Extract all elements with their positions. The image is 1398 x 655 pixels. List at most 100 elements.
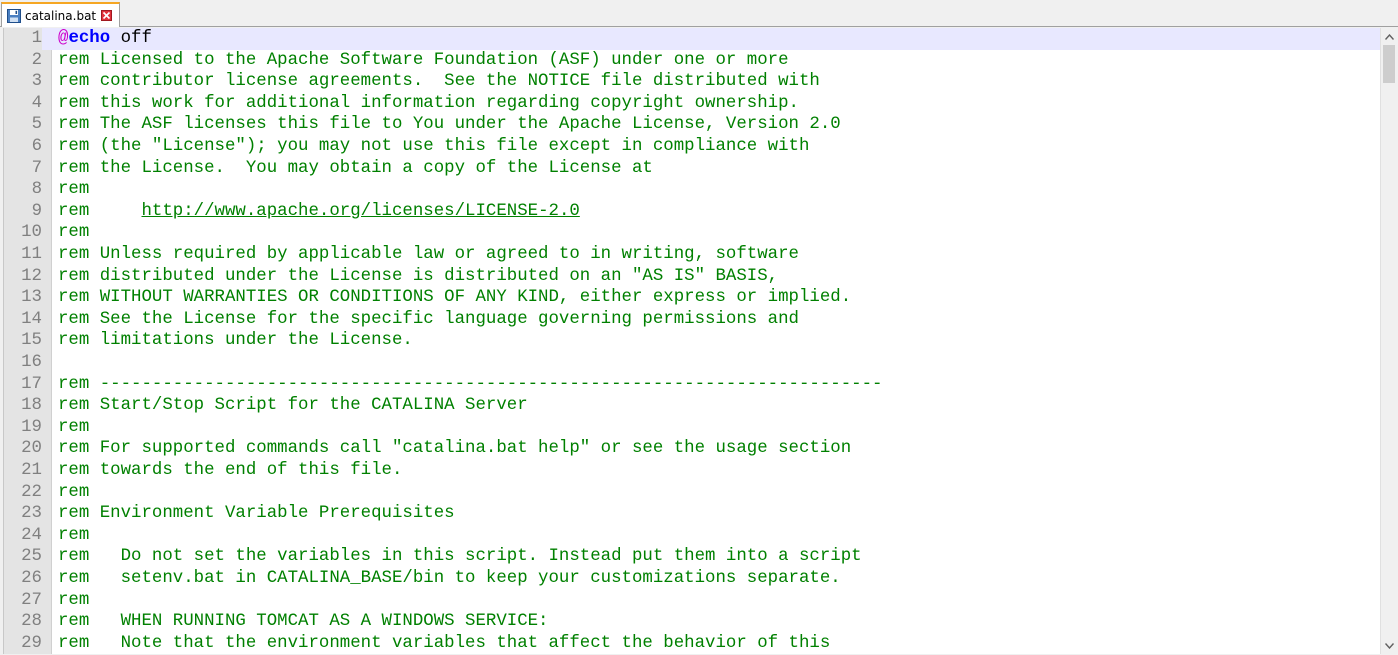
code-token: rem WHEN RUNNING TOMCAT AS A WINDOWS SER… bbox=[58, 612, 549, 632]
code-line[interactable]: 15 rem limitations under the License. bbox=[4, 330, 1380, 352]
code-line[interactable]: 3 rem contributor license agreements. See… bbox=[4, 71, 1380, 93]
code-line[interactable]: 21 rem towards the end of this file. bbox=[4, 460, 1380, 482]
tab-catalina-bat[interactable]: catalina.bat bbox=[1, 2, 120, 27]
line-text: rem Note that the environment variables … bbox=[58, 633, 830, 654]
line-text: rem bbox=[58, 179, 89, 201]
code-line[interactable]: 26 rem setenv.bat in CATALINA_BASE/bin to… bbox=[4, 568, 1380, 590]
tab-label: catalina.bat bbox=[25, 8, 97, 23]
code-token: rem bbox=[58, 223, 90, 243]
code-token: rem The ASF licenses this file to You un… bbox=[58, 115, 841, 135]
url-link[interactable]: http://www.apache.org/licenses/LICENSE-2… bbox=[142, 202, 580, 221]
code-token: off bbox=[110, 29, 152, 48]
code-line[interactable]: 10 rem bbox=[4, 222, 1380, 244]
line-number: 13 bbox=[4, 287, 42, 309]
line-text: rem For supported commands call "catalin… bbox=[58, 438, 851, 460]
line-text: rem bbox=[58, 525, 89, 547]
code-token: rem Start/Stop Script for the CATALINA S… bbox=[58, 396, 528, 416]
line-number: 25 bbox=[4, 546, 42, 568]
code-token: rem Note that the environment variables … bbox=[58, 633, 831, 653]
code-line[interactable]: 29 rem Note that the environment variable… bbox=[4, 632, 1380, 654]
code-line[interactable]: 9 rem http://www.apache.org/licenses/LICE… bbox=[4, 200, 1380, 223]
line-number: 4 bbox=[4, 92, 42, 115]
line-number: 15 bbox=[4, 330, 42, 352]
code-token: rem contributor license agreements. See … bbox=[58, 72, 820, 92]
code-line[interactable]: 12 rem distributed under the License is d… bbox=[4, 265, 1380, 288]
code-line[interactable]: 27 rem bbox=[4, 589, 1380, 612]
line-number: 17 bbox=[4, 373, 42, 396]
line-text: rem limitations under the License. bbox=[58, 330, 413, 352]
line-number: 29 bbox=[4, 632, 42, 654]
code-token: rem this work for additional information… bbox=[58, 93, 799, 113]
chevron-up-icon[interactable] bbox=[1381, 28, 1397, 45]
code-token: rem bbox=[58, 590, 90, 610]
code-line[interactable]: 2 rem Licensed to the Apache Software Fou… bbox=[4, 49, 1380, 72]
code-line[interactable]: 19 rem bbox=[4, 416, 1380, 439]
line-text: rem bbox=[58, 590, 89, 612]
line-number: 5 bbox=[4, 114, 42, 136]
line-number: 10 bbox=[4, 222, 42, 244]
code-token: rem bbox=[58, 482, 90, 502]
line-number: 2 bbox=[4, 49, 42, 72]
code-token: rem bbox=[58, 201, 142, 221]
keyword-token: echo bbox=[68, 29, 111, 48]
line-text: rem bbox=[58, 417, 89, 439]
line-text: rem towards the end of this file. bbox=[58, 460, 402, 482]
line-number: 9 bbox=[4, 200, 42, 223]
code-line[interactable]: 6 rem (the "License"); you may not use th… bbox=[4, 136, 1380, 158]
line-text: rem bbox=[58, 482, 89, 504]
code-line[interactable]: 18 rem Start/Stop Script for the CATALINA… bbox=[4, 395, 1380, 417]
code-token: rem bbox=[58, 180, 90, 200]
code-area[interactable]: 1 @echo off 2 rem Licensed to the Apache So… bbox=[4, 28, 1380, 654]
scrollbar-thumb[interactable] bbox=[1383, 45, 1395, 83]
code-token: rem (the "License"); you may not use thi… bbox=[58, 137, 810, 156]
code-token: rem bbox=[58, 417, 90, 437]
line-number: 23 bbox=[4, 503, 42, 525]
code-line[interactable]: 5 rem The ASF licenses this file to You u… bbox=[4, 114, 1380, 136]
line-text: rem The ASF licenses this file to You un… bbox=[58, 114, 841, 136]
code-line[interactable]: 25 rem Do not set the variables in this s… bbox=[4, 546, 1380, 568]
line-text: rem Environment Variable Prerequisites bbox=[58, 503, 455, 525]
code-token: rem Do not set the variables in this scr… bbox=[58, 547, 862, 567]
code-token: @ bbox=[58, 29, 69, 48]
line-number: 26 bbox=[4, 568, 42, 590]
code-line[interactable]: 20 rem For supported commands call "catal… bbox=[4, 438, 1380, 460]
line-number: 1 bbox=[4, 28, 42, 50]
tab-bar: catalina.bat bbox=[0, 0, 1398, 27]
code-line[interactable]: 13 rem WITHOUT WARRANTIES OR CONDITIONS O… bbox=[4, 287, 1380, 309]
code-line[interactable]: 28 rem WHEN RUNNING TOMCAT AS A WINDOWS S… bbox=[4, 611, 1380, 633]
code-token: rem Licensed to the Apache Software Foun… bbox=[58, 50, 789, 70]
line-text: rem WHEN RUNNING TOMCAT AS A WINDOWS SER… bbox=[58, 611, 549, 633]
code-line[interactable]: 23 rem Environment Variable Prerequisites bbox=[4, 503, 1380, 525]
line-number: 16 bbox=[4, 352, 42, 374]
line-text: @echo off bbox=[58, 28, 152, 50]
line-number: 22 bbox=[4, 481, 42, 504]
code-line[interactable]: 7 rem the License. You may obtain a copy … bbox=[4, 157, 1380, 180]
code-line[interactable]: 24 rem bbox=[4, 524, 1380, 547]
save-disk-icon bbox=[7, 8, 21, 23]
code-editor[interactable]: 1 @echo off 2 rem Licensed to the Apache So… bbox=[3, 28, 1397, 654]
line-number: 28 bbox=[4, 611, 42, 633]
close-icon[interactable] bbox=[101, 10, 113, 21]
line-number: 7 bbox=[4, 157, 42, 180]
code-token: rem For supported commands call "catalin… bbox=[58, 439, 852, 459]
line-number: 27 bbox=[4, 589, 42, 612]
line-text: rem Unless required by applicable law or… bbox=[58, 244, 799, 266]
code-token: rem Environment Variable Prerequisites bbox=[58, 504, 455, 524]
code-line[interactable]: 16 bbox=[4, 352, 1380, 374]
code-line[interactable]: 1 @echo off bbox=[4, 28, 1380, 50]
code-line[interactable]: 11 rem Unless required by applicable law … bbox=[4, 244, 1380, 266]
code-line[interactable]: 4 rem this work for additional informatio… bbox=[4, 92, 1380, 115]
code-line[interactable]: 8 rem bbox=[4, 179, 1380, 201]
line-text: rem ------------------------------------… bbox=[58, 374, 882, 396]
vertical-scrollbar[interactable] bbox=[1380, 28, 1397, 654]
line-text: rem http://www.apache.org/licenses/LICEN… bbox=[58, 201, 580, 223]
line-number: 8 bbox=[4, 179, 42, 201]
code-line[interactable]: 14 rem See the License for the specific l… bbox=[4, 308, 1380, 331]
line-number: 3 bbox=[4, 71, 42, 93]
line-number: 24 bbox=[4, 524, 42, 547]
code-line[interactable]: 22 rem bbox=[4, 481, 1380, 504]
line-text: rem Start/Stop Script for the CATALINA S… bbox=[58, 395, 528, 417]
line-text: rem WITHOUT WARRANTIES OR CONDITIONS OF … bbox=[58, 287, 851, 309]
code-line[interactable]: 17 rem ----------------------------------… bbox=[4, 373, 1380, 396]
chevron-down-icon[interactable] bbox=[1381, 637, 1397, 654]
